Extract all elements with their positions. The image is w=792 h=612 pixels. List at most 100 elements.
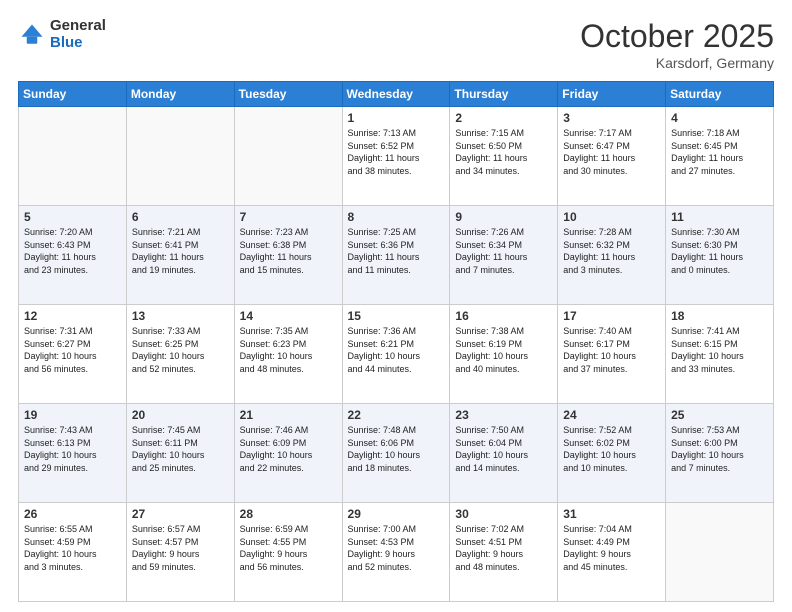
- day-info: Sunrise: 7:36 AM Sunset: 6:21 PM Dayligh…: [348, 325, 445, 375]
- header-sunday: Sunday: [19, 82, 127, 107]
- calendar-cell: [126, 107, 234, 206]
- day-info: Sunrise: 7:20 AM Sunset: 6:43 PM Dayligh…: [24, 226, 121, 276]
- day-number: 4: [671, 111, 768, 125]
- day-number: 29: [348, 507, 445, 521]
- week-row-3: 19Sunrise: 7:43 AM Sunset: 6:13 PM Dayli…: [19, 404, 774, 503]
- calendar-cell: 31 Sunrise: 7:04 AM Sunset: 4:49 PM Dayli…: [558, 503, 666, 602]
- logo: General Blue: [18, 18, 106, 51]
- day-number: 14: [240, 309, 337, 323]
- calendar-cell: 12 Sunrise: 7:31 AM Sunset: 6:27 PM Dayli…: [19, 305, 127, 404]
- day-info: Sunrise: 6:55 AM Sunset: 4:59 PM Dayligh…: [24, 523, 121, 573]
- week-row-2: 12 Sunrise: 7:31 AM Sunset: 6:27 PM Dayli…: [19, 305, 774, 404]
- day-number: 10: [563, 210, 660, 224]
- day-number: 18: [671, 309, 768, 323]
- day-number: 7: [240, 210, 337, 224]
- logo-general-text: General: [50, 18, 106, 35]
- day-info: Sunrise: 6:57 AM Sunset: 4:57 PM Dayligh…: [132, 523, 229, 573]
- calendar-cell: 15Sunrise: 7:36 AM Sunset: 6:21 PM Dayli…: [342, 305, 450, 404]
- header-saturday: Saturday: [666, 82, 774, 107]
- day-info: Sunrise: 7:23 AM Sunset: 6:38 PM Dayligh…: [240, 226, 337, 276]
- calendar-cell: 4 Sunrise: 7:18 AM Sunset: 6:45 PM Daylig…: [666, 107, 774, 206]
- day-number: 2: [455, 111, 552, 125]
- day-info: Sunrise: 7:33 AM Sunset: 6:25 PM Dayligh…: [132, 325, 229, 375]
- day-number: 20: [132, 408, 229, 422]
- header-tuesday: Tuesday: [234, 82, 342, 107]
- calendar-cell: 22 Sunrise: 7:48 AM Sunset: 6:06 PM Dayli…: [342, 404, 450, 503]
- calendar-cell: 8 Sunrise: 7:25 AM Sunset: 6:36 PM Daylig…: [342, 206, 450, 305]
- week-row-1: 5 Sunrise: 7:20 AM Sunset: 6:43 PM Daylig…: [19, 206, 774, 305]
- day-number: 11: [671, 210, 768, 224]
- calendar-cell: [234, 107, 342, 206]
- day-number: 22: [348, 408, 445, 422]
- day-number: 1: [348, 111, 445, 125]
- day-number: 5: [24, 210, 121, 224]
- calendar-cell: 19Sunrise: 7:43 AM Sunset: 6:13 PM Dayli…: [19, 404, 127, 503]
- calendar-cell: 28Sunrise: 6:59 AM Sunset: 4:55 PM Dayli…: [234, 503, 342, 602]
- day-info: Sunrise: 7:04 AM Sunset: 4:49 PM Dayligh…: [563, 523, 660, 573]
- calendar-cell: 10 Sunrise: 7:28 AM Sunset: 6:32 PM Dayli…: [558, 206, 666, 305]
- logo-blue-text: Blue: [50, 35, 106, 52]
- day-number: 12: [24, 309, 121, 323]
- calendar-cell: 9Sunrise: 7:26 AM Sunset: 6:34 PM Daylig…: [450, 206, 558, 305]
- day-info: Sunrise: 7:28 AM Sunset: 6:32 PM Dayligh…: [563, 226, 660, 276]
- day-info: Sunrise: 7:15 AM Sunset: 6:50 PM Dayligh…: [455, 127, 552, 177]
- day-number: 25: [671, 408, 768, 422]
- day-number: 16: [455, 309, 552, 323]
- day-number: 8: [348, 210, 445, 224]
- day-info: Sunrise: 7:45 AM Sunset: 6:11 PM Dayligh…: [132, 424, 229, 474]
- day-number: 27: [132, 507, 229, 521]
- calendar-cell: [19, 107, 127, 206]
- calendar-cell: [666, 503, 774, 602]
- day-number: 30: [455, 507, 552, 521]
- day-number: 28: [240, 507, 337, 521]
- calendar-cell: 13Sunrise: 7:33 AM Sunset: 6:25 PM Dayli…: [126, 305, 234, 404]
- day-info: Sunrise: 7:52 AM Sunset: 6:02 PM Dayligh…: [563, 424, 660, 474]
- title-block: October 2025 Karsdorf, Germany: [580, 18, 774, 71]
- header-friday: Friday: [558, 82, 666, 107]
- calendar-cell: 25 Sunrise: 7:53 AM Sunset: 6:00 PM Dayli…: [666, 404, 774, 503]
- day-info: Sunrise: 7:53 AM Sunset: 6:00 PM Dayligh…: [671, 424, 768, 474]
- calendar-cell: 16 Sunrise: 7:38 AM Sunset: 6:19 PM Dayli…: [450, 305, 558, 404]
- day-info: Sunrise: 7:18 AM Sunset: 6:45 PM Dayligh…: [671, 127, 768, 177]
- calendar-cell: 23Sunrise: 7:50 AM Sunset: 6:04 PM Dayli…: [450, 404, 558, 503]
- day-info: Sunrise: 7:21 AM Sunset: 6:41 PM Dayligh…: [132, 226, 229, 276]
- header-wednesday: Wednesday: [342, 82, 450, 107]
- day-number: 31: [563, 507, 660, 521]
- calendar-cell: 1Sunrise: 7:13 AM Sunset: 6:52 PM Daylig…: [342, 107, 450, 206]
- calendar-cell: 21 Sunrise: 7:46 AM Sunset: 6:09 PM Dayli…: [234, 404, 342, 503]
- day-number: 3: [563, 111, 660, 125]
- calendar-cell: 29 Sunrise: 7:00 AM Sunset: 4:53 PM Dayli…: [342, 503, 450, 602]
- day-info: Sunrise: 7:25 AM Sunset: 6:36 PM Dayligh…: [348, 226, 445, 276]
- location: Karsdorf, Germany: [580, 55, 774, 71]
- day-info: Sunrise: 7:48 AM Sunset: 6:06 PM Dayligh…: [348, 424, 445, 474]
- calendar-cell: 7 Sunrise: 7:23 AM Sunset: 6:38 PM Daylig…: [234, 206, 342, 305]
- day-number: 6: [132, 210, 229, 224]
- day-info: Sunrise: 7:31 AM Sunset: 6:27 PM Dayligh…: [24, 325, 121, 375]
- calendar-cell: 3 Sunrise: 7:17 AM Sunset: 6:47 PM Daylig…: [558, 107, 666, 206]
- day-info: Sunrise: 7:35 AM Sunset: 6:23 PM Dayligh…: [240, 325, 337, 375]
- day-info: Sunrise: 7:17 AM Sunset: 6:47 PM Dayligh…: [563, 127, 660, 177]
- day-info: Sunrise: 7:30 AM Sunset: 6:30 PM Dayligh…: [671, 226, 768, 276]
- calendar-cell: 27 Sunrise: 6:57 AM Sunset: 4:57 PM Dayli…: [126, 503, 234, 602]
- header-row: Sunday Monday Tuesday Wednesday Thursday…: [19, 82, 774, 107]
- page: General Blue October 2025 Karsdorf, Germ…: [0, 0, 792, 612]
- calendar-cell: 20 Sunrise: 7:45 AM Sunset: 6:11 PM Dayli…: [126, 404, 234, 503]
- calendar-cell: 18 Sunrise: 7:41 AM Sunset: 6:15 PM Dayli…: [666, 305, 774, 404]
- day-number: 26: [24, 507, 121, 521]
- calendar-cell: 24 Sunrise: 7:52 AM Sunset: 6:02 PM Dayli…: [558, 404, 666, 503]
- month-title: October 2025: [580, 18, 774, 55]
- week-row-0: 1Sunrise: 7:13 AM Sunset: 6:52 PM Daylig…: [19, 107, 774, 206]
- day-number: 21: [240, 408, 337, 422]
- calendar-cell: 2 Sunrise: 7:15 AM Sunset: 6:50 PM Daylig…: [450, 107, 558, 206]
- day-info: Sunrise: 7:46 AM Sunset: 6:09 PM Dayligh…: [240, 424, 337, 474]
- day-info: Sunrise: 7:43 AM Sunset: 6:13 PM Dayligh…: [24, 424, 121, 474]
- day-info: Sunrise: 7:40 AM Sunset: 6:17 PM Dayligh…: [563, 325, 660, 375]
- calendar-cell: 6 Sunrise: 7:21 AM Sunset: 6:41 PM Daylig…: [126, 206, 234, 305]
- day-info: Sunrise: 7:38 AM Sunset: 6:19 PM Dayligh…: [455, 325, 552, 375]
- calendar-table: Sunday Monday Tuesday Wednesday Thursday…: [18, 81, 774, 602]
- day-info: Sunrise: 7:00 AM Sunset: 4:53 PM Dayligh…: [348, 523, 445, 573]
- calendar-cell: 17Sunrise: 7:40 AM Sunset: 6:17 PM Dayli…: [558, 305, 666, 404]
- day-number: 24: [563, 408, 660, 422]
- day-info: Sunrise: 7:02 AM Sunset: 4:51 PM Dayligh…: [455, 523, 552, 573]
- day-info: Sunrise: 7:41 AM Sunset: 6:15 PM Dayligh…: [671, 325, 768, 375]
